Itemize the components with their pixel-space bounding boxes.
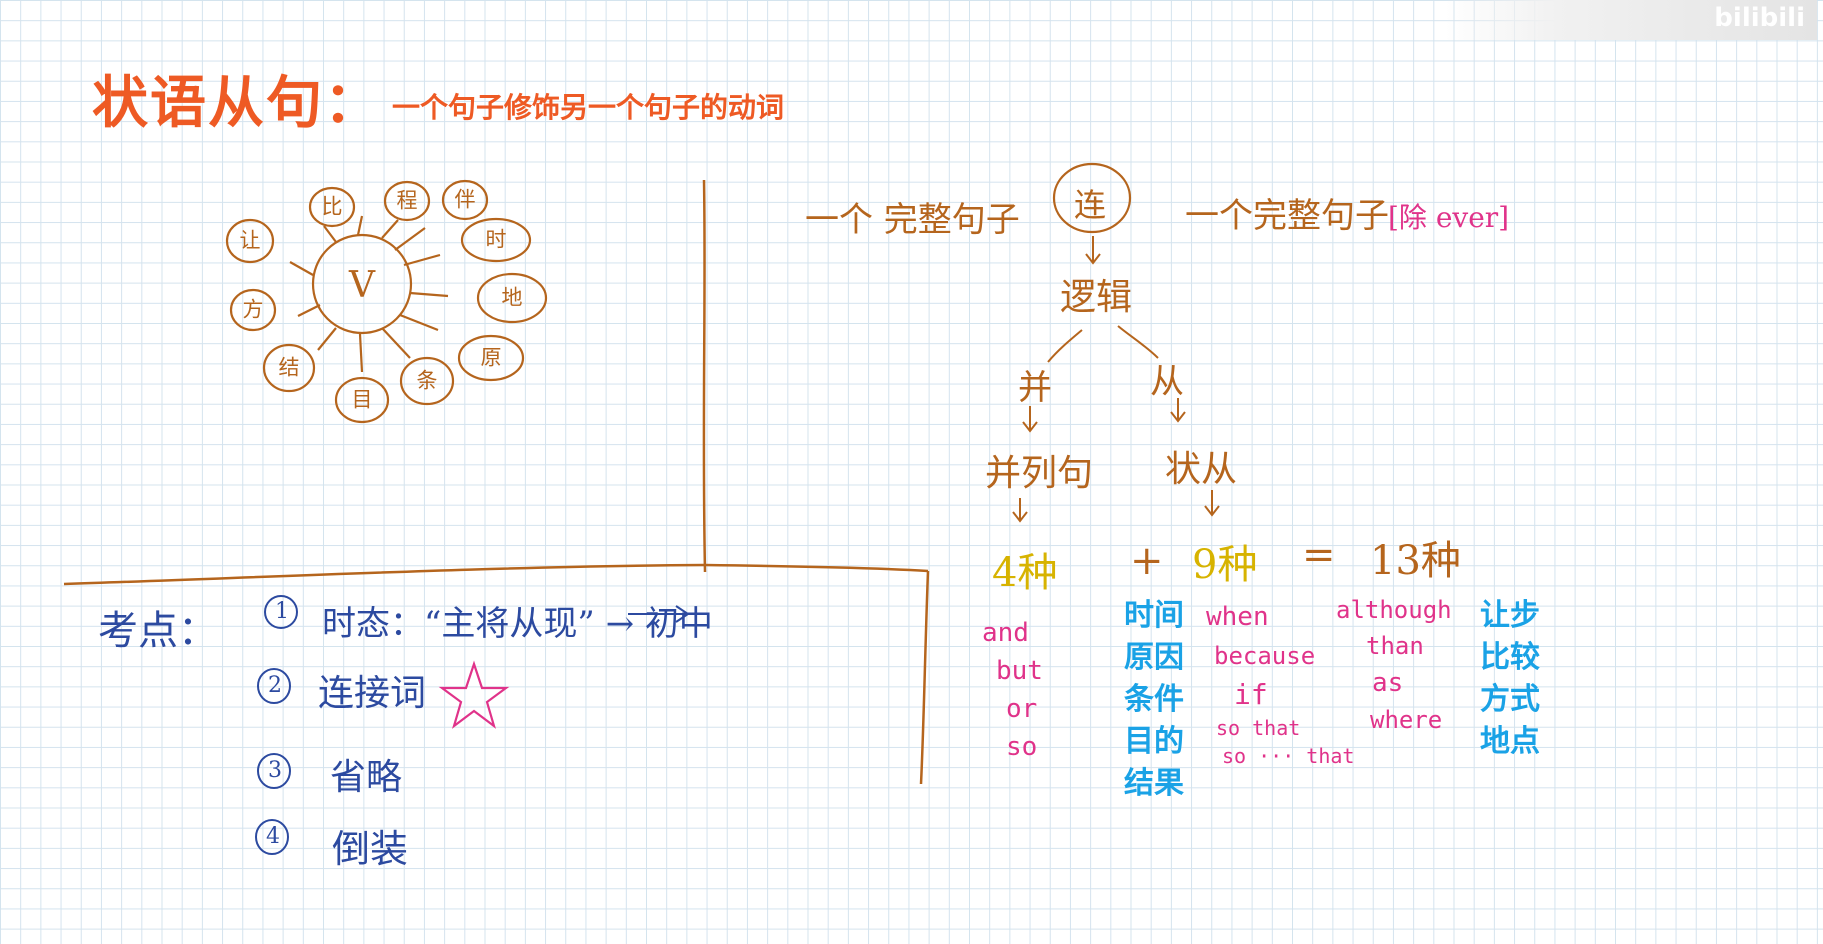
count-total: 13种 <box>1370 538 1461 584</box>
type-concession: 让步 <box>1480 598 1540 633</box>
conj-although: although <box>1336 596 1452 624</box>
bubble-jie: 结 <box>279 356 300 380</box>
bubble-tiao: 条 <box>417 369 438 393</box>
mind-map <box>225 179 548 424</box>
exam-number-circles <box>255 595 298 855</box>
bubble-rang: 让 <box>240 229 261 253</box>
exam-points-label: 考点： <box>98 608 218 654</box>
conj-when: when <box>1206 602 1269 632</box>
coord-or: or <box>1006 694 1038 724</box>
exam-circle-num-2: 2 <box>268 673 282 698</box>
exam-circle-num-1: 1 <box>275 599 289 624</box>
conj-because: because <box>1214 642 1316 670</box>
exam-point-1-text: 时态：“主将从现” → 初中 <box>322 604 713 644</box>
left-clause: 一个 完整句子 <box>805 200 1020 240</box>
bubble-mu: 目 <box>352 388 373 412</box>
count-equals: = <box>1302 532 1336 578</box>
conj-so-that: so that <box>1216 716 1301 740</box>
bubble-di: 地 <box>502 286 523 310</box>
conj-than: than <box>1366 632 1424 660</box>
mind-map-center-label: V <box>348 265 376 306</box>
whiteboard-drawing: V 让 比 程 伴 时 地 原 条 目 结 方 <box>63 162 1220 855</box>
exam-circle-num-3: 3 <box>268 758 282 783</box>
type-comparison: 比较 <box>1480 640 1540 675</box>
coord-and: and <box>982 618 1029 648</box>
connector-label: 连 <box>1074 186 1107 224</box>
star-icon <box>438 660 510 729</box>
count-plus: + <box>1130 538 1164 584</box>
coord-but: but <box>996 656 1043 686</box>
exam-point-4-text: 倒装 <box>332 827 409 871</box>
count-right: 9种 <box>1192 542 1258 588</box>
right-clause: 一个完整句子 <box>1185 196 1389 236</box>
bubble-cheng: 程 <box>397 189 418 213</box>
type-result: 结果 <box>1124 766 1184 801</box>
bubble-fang: 方 <box>243 298 264 322</box>
conj-if: if <box>1234 678 1268 711</box>
box-right-edge <box>919 570 930 785</box>
type-condition: 条件 <box>1124 682 1184 717</box>
left-result-label: 并列句 <box>985 453 1094 494</box>
exam-circle-num-4: 4 <box>266 824 280 849</box>
logic-label: 逻辑 <box>1060 277 1133 318</box>
type-manner: 方式 <box>1480 682 1540 717</box>
right-clause-note: [除 ever] <box>1388 201 1510 234</box>
bubble-yuan: 原 <box>481 346 502 370</box>
branch-right-label: 从 <box>1150 362 1184 402</box>
vertical-divider <box>702 179 707 573</box>
exam-point-2-text: 连接词 <box>318 673 427 714</box>
type-purpose: 目的 <box>1124 724 1184 759</box>
bubble-bi: 比 <box>322 195 343 219</box>
horizontal-divider <box>63 563 929 586</box>
type-time: 时间 <box>1124 598 1184 633</box>
type-reason: 原因 <box>1124 640 1184 675</box>
count-left: 4种 <box>992 550 1058 596</box>
conj-where: where <box>1370 706 1443 734</box>
conj-as: as <box>1372 668 1404 698</box>
right-result-label: 状从 <box>1165 449 1238 490</box>
type-place: 地点 <box>1480 724 1540 759</box>
branch-left-label: 并 <box>1018 368 1052 408</box>
coord-so: so <box>1006 732 1038 762</box>
bubble-shi: 时 <box>486 228 507 252</box>
exam-point-3-text: 省略 <box>330 757 403 798</box>
bubble-ban: 伴 <box>455 188 476 212</box>
conj-so-dots-that: so ··· that <box>1222 744 1355 768</box>
